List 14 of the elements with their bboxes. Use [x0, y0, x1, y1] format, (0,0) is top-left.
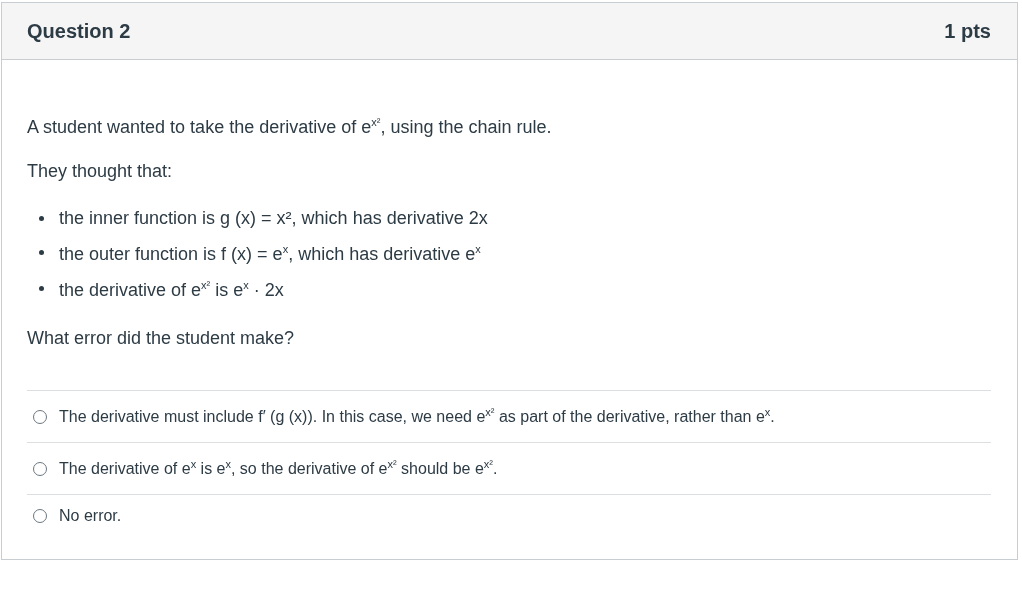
- bullet-text: the derivative of e$^{x²}$ is e$^{x}$ · 2x: [59, 278, 284, 302]
- bullet-icon: [39, 249, 44, 255]
- bullet-text: the outer function is f (x) = e$^{x}$, which has derivative e$^{x}$: [59, 242, 481, 266]
- question-text: They thought that:: [27, 160, 174, 183]
- answer-text[interactable]: No error.: [59, 507, 122, 525]
- answer-text[interactable]: The derivative must include f′ (g (x)). In this case, we need e$^{x²}$ as part of the derivative, rather than e$^{x}$.: [59, 406, 775, 427]
- question-title: Question 2: [27, 19, 131, 43]
- points-label: 1 pts: [944, 19, 991, 43]
- bullet-icon: [39, 216, 44, 221]
- question-text: A student wanted to take the derivative of e$^{x²}$, using the chain rule.: [27, 115, 553, 139]
- bullet-icon: [39, 285, 44, 291]
- answer-text[interactable]: The derivative of e$^{x}$ is e$^{x}$, so the derivative of e$^{x²}$ should be e$^{x²}$.: [59, 458, 498, 479]
- question-text: What error did the student make?: [27, 327, 296, 350]
- bullet-text: the inner function is g (x) = x², which has derivative 2x: [59, 207, 488, 230]
